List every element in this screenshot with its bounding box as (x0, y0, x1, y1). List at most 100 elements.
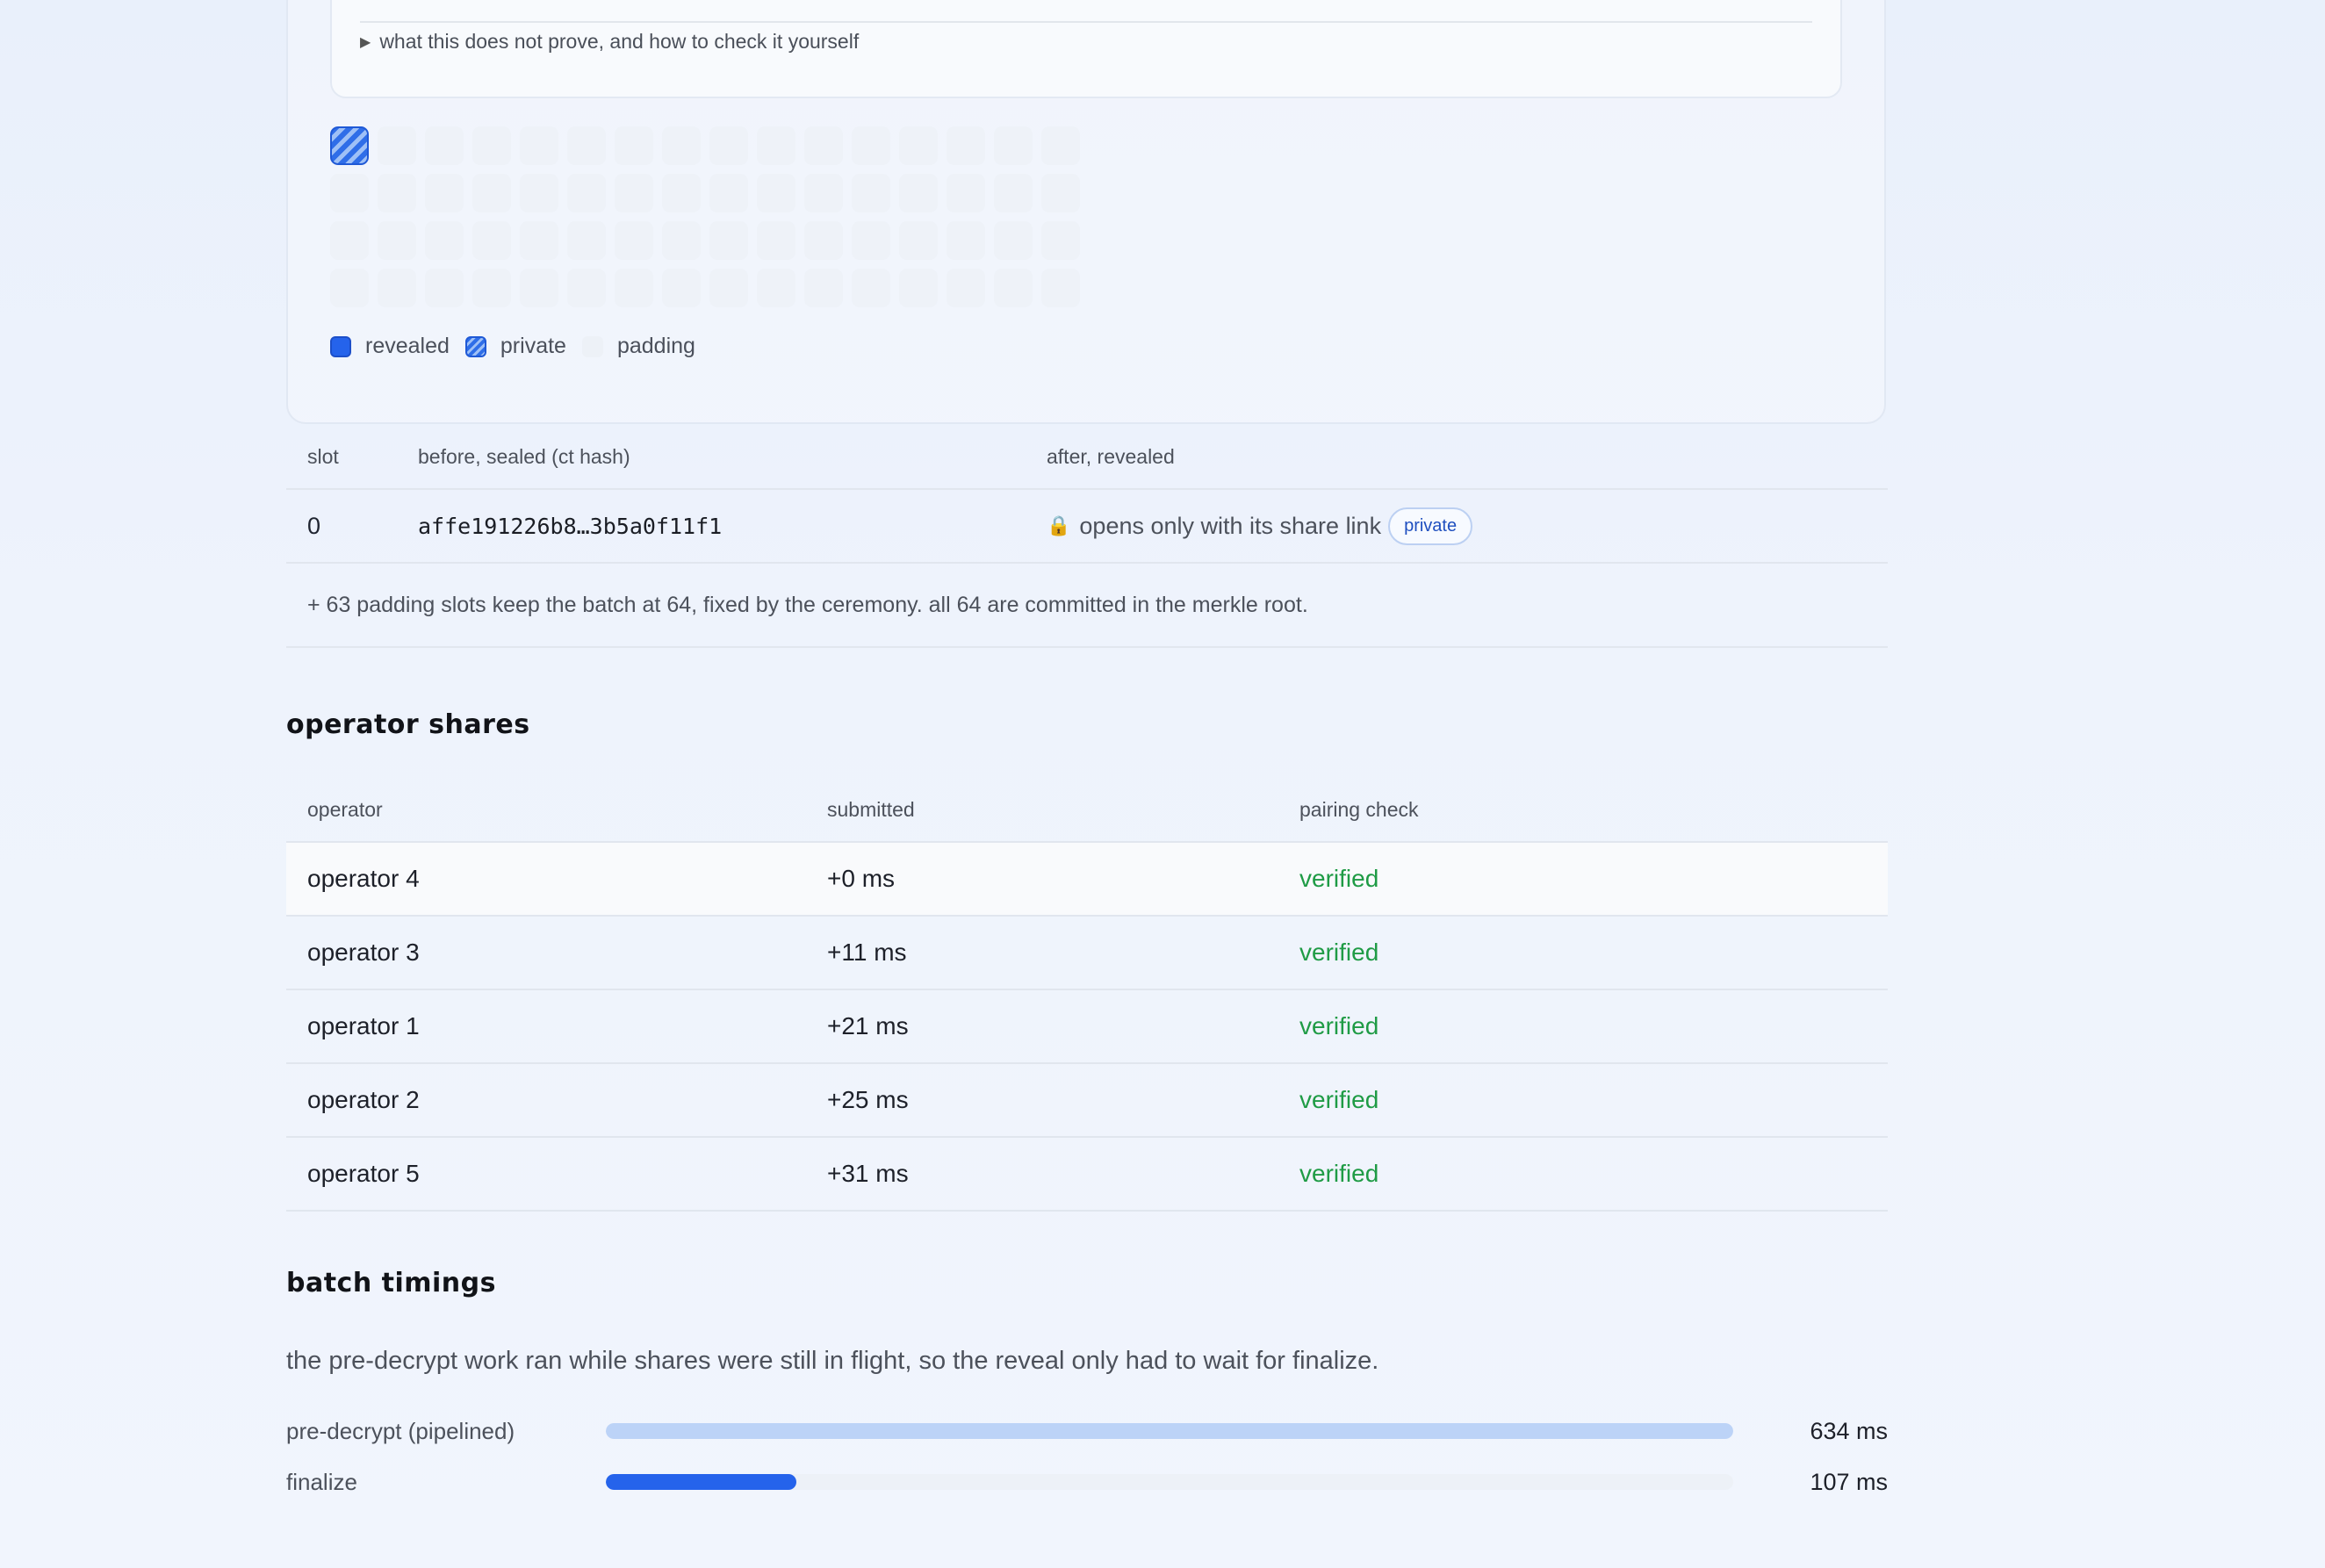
legend-revealed-label: revealed (365, 334, 450, 358)
slot-cell-padding (567, 126, 606, 165)
details-card: ▶ what this does not prove, and how to c… (330, 0, 1842, 98)
slot-cell-padding (804, 174, 843, 212)
slot-cell-padding (615, 126, 653, 165)
slot-cell-padding (757, 269, 795, 307)
pairing-status: verified (1299, 1160, 1379, 1187)
after-text: opens only with its share link (1079, 512, 1382, 539)
submitted-time: +31 ms (827, 1160, 909, 1187)
batch-timings-description: the pre-decrypt work ran while shares we… (286, 1347, 1379, 1375)
slot-cell-private (330, 126, 369, 165)
submitted-time: +11 ms (827, 939, 907, 966)
slot-cell-padding (1041, 269, 1080, 307)
slot-cell-padding (567, 221, 606, 260)
table-row: operator 5 +31 ms verified (286, 1136, 1888, 1212)
operator-table-header: operator submitted pairing check (286, 778, 1888, 841)
padding-note: + 63 padding slots keep the batch at 64,… (286, 564, 1888, 648)
slot-cell-padding (567, 269, 606, 307)
slot-cell-padding (947, 269, 985, 307)
slot-cell-padding (852, 221, 890, 260)
timing-track (606, 1474, 1733, 1490)
submitted-time: +0 ms (827, 865, 896, 892)
slot-cell-padding (520, 269, 558, 307)
timing-label: pre-decrypt (pipelined) (286, 1417, 515, 1444)
operator-shares-table: operator submitted pairing check operato… (286, 778, 1888, 1212)
details-summary-label: what this does not prove, and how to che… (379, 30, 860, 53)
divider (360, 21, 1812, 23)
slot-cell-padding (947, 221, 985, 260)
private-swatch (464, 335, 486, 357)
slot-cell-padding (1041, 126, 1080, 165)
slot-cell-padding (804, 126, 843, 165)
operator-name: operator 1 (307, 1012, 420, 1039)
legend-padding-label: padding (616, 334, 695, 358)
slot-cell-padding (709, 126, 748, 165)
submitted-time: +25 ms (827, 1086, 909, 1113)
slot-cell-padding (378, 221, 416, 260)
legend-private: private (464, 334, 566, 359)
slot-cell-padding (757, 221, 795, 260)
pairing-status: verified (1299, 939, 1379, 966)
legend-private-label: private (500, 334, 566, 358)
slot-cell-padding (994, 174, 1033, 212)
slot-cell-padding (472, 269, 511, 307)
slot-cell-padding (804, 269, 843, 307)
slot-cell-padding (757, 126, 795, 165)
slot-cell-padding (662, 269, 701, 307)
table-row: 0 affe191226b8…3b5a0f11f1 🔒 opens only w… (286, 490, 1888, 564)
slot-cell-padding (994, 269, 1033, 307)
slot-cell-padding (899, 174, 938, 212)
slot-cell-padding (709, 174, 748, 212)
details-toggle[interactable]: ▶ what this does not prove, and how to c… (360, 30, 859, 54)
slot-cell-padding (330, 221, 369, 260)
ct-hash: affe191226b8…3b5a0f11f1 (418, 513, 723, 539)
submitted-time: +21 ms (827, 1012, 909, 1039)
operator-name: operator 2 (307, 1086, 420, 1113)
slot-cell-padding (520, 221, 558, 260)
slot-cell-padding (520, 126, 558, 165)
slot-cell-padding (662, 126, 701, 165)
slot-cell-padding (425, 126, 464, 165)
header-after: after, revealed (1047, 444, 1175, 468)
operator-name: operator 3 (307, 939, 420, 966)
private-badge: private (1388, 507, 1473, 545)
slot-cell-padding (615, 221, 653, 260)
operator-name: operator 5 (307, 1160, 420, 1187)
slot-cell-padding (899, 269, 938, 307)
slot-table-header: slot before, sealed (ct hash) after, rev… (286, 425, 1888, 490)
slot-cell-padding (994, 126, 1033, 165)
table-row: operator 2 +25 ms verified (286, 1062, 1888, 1136)
slot-cell-padding (567, 174, 606, 212)
table-row: operator 1 +21 ms verified (286, 989, 1888, 1062)
slot-cell-padding (472, 126, 511, 165)
pairing-status: verified (1299, 865, 1379, 892)
timing-track (606, 1423, 1733, 1439)
timing-value: 107 ms (1810, 1468, 1888, 1495)
slot-grid (330, 126, 1080, 307)
slot-cell-padding (662, 221, 701, 260)
slot-cell-padding (947, 126, 985, 165)
slot-cell-padding (852, 269, 890, 307)
slot-cell-padding (425, 174, 464, 212)
slot-cell-padding (757, 174, 795, 212)
slot-legend: revealed private padding (330, 334, 711, 359)
timing-row-predecrypt: pre-decrypt (pipelined) 634 ms (286, 1413, 1888, 1449)
slot-cell-padding (520, 174, 558, 212)
timing-row-finalize: finalize 107 ms (286, 1464, 1888, 1500)
header-submitted: submitted (827, 797, 915, 821)
slot-cell-padding (899, 126, 938, 165)
slot-cell-padding (378, 174, 416, 212)
slot-cell-padding (852, 126, 890, 165)
operator-shares-heading: operator shares (286, 709, 530, 740)
slot-cell-padding (994, 221, 1033, 260)
timing-label: finalize (286, 1468, 357, 1495)
header-pairing-check: pairing check (1299, 797, 1419, 821)
slot-cell-padding (1041, 221, 1080, 260)
slot-cell-padding (709, 221, 748, 260)
slot-cell-padding (425, 221, 464, 260)
operator-name: operator 4 (307, 865, 420, 892)
batch-timings-heading: batch timings (286, 1268, 496, 1298)
lock-icon: 🔒 (1047, 514, 1071, 536)
slot-cell-padding (709, 269, 748, 307)
timing-bar-fill (606, 1423, 1733, 1439)
after-cell: 🔒 opens only with its share link private (1047, 507, 1888, 545)
